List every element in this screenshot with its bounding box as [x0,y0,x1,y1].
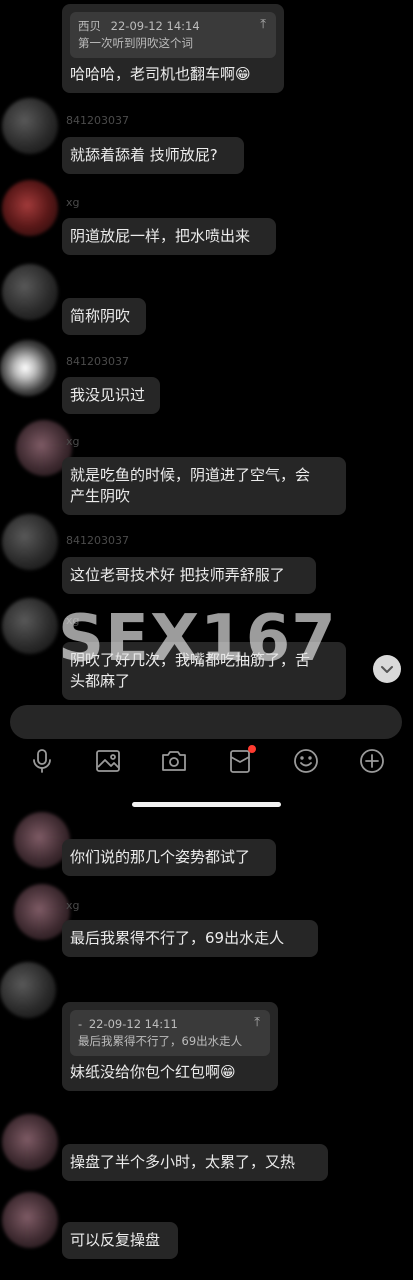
chat-bubble[interactable]: 我没见识过 [62,377,160,414]
chat-bubble-reply[interactable]: 西贝 22-09-12 14:14 ⤒ 第一次听到阴吹这个词 哈哈哈，老司机也翻… [62,4,284,93]
home-indicator[interactable] [132,802,281,807]
message-text: 这位老哥技术好 把技师弄舒服了 [70,566,285,584]
chat-bubble[interactable]: 你们说的那几个姿势都试了 [62,839,276,876]
sender-name: 841203037 [66,534,129,547]
camera-icon[interactable] [160,747,188,775]
avatar[interactable] [0,962,56,1018]
chat-bubble[interactable]: 操盘了半个多小时，太累了，又热 [62,1144,328,1181]
avatar[interactable] [2,264,58,320]
message-text-line2: 产生阴吹 [70,487,131,505]
message-text: 最后我累得不行了，69出水走人 [70,929,285,947]
quote-sender: 西贝 [78,19,101,33]
chat-bubble[interactable]: 就是吃鱼的时候，阴道进了空气，会 产生阴吹 [62,457,346,515]
avatar[interactable] [2,1192,58,1248]
jump-to-message-icon[interactable]: ⤒ [254,1014,260,1031]
sender-name: xg [66,435,80,448]
avatar[interactable] [2,98,58,154]
watermark: SEX167 [58,602,337,676]
message-input[interactable] [10,705,402,739]
avatar[interactable] [2,180,58,236]
quote-text: 第一次听到阴吹这个词 [78,36,193,50]
message-text: 你们说的那几个姿势都试了 [70,848,251,866]
quote-sender: - [78,1017,83,1031]
avatar[interactable] [2,514,58,570]
jump-to-message-icon[interactable]: ⤒ [260,16,266,33]
avatar[interactable] [0,340,56,396]
message-text: 可以反复操盘 [70,1231,161,1249]
message-text: 哈哈哈，老司机也翻车啊😁 [70,65,251,83]
chat-bubble[interactable]: 可以反复操盘 [62,1222,178,1259]
notification-dot [248,745,256,753]
quoted-message[interactable]: 西贝 22-09-12 14:14 ⤒ 第一次听到阴吹这个词 [70,12,276,58]
chat-bubble[interactable]: 这位老哥技术好 把技师弄舒服了 [62,557,316,594]
scroll-down-button[interactable] [373,655,401,683]
microphone-icon[interactable] [28,747,56,775]
image-icon[interactable] [94,747,122,775]
chat-bubble[interactable]: 最后我累得不行了，69出水走人 [62,920,318,957]
message-text: 就舔着舔着 技师放屁? [70,146,218,164]
quote-time: 22-09-12 14:14 [110,19,200,33]
chevron-down-icon [381,666,393,673]
message-text: 妹纸没给你包个红包啊😁 [70,1063,236,1081]
quote-time: 22-09-12 14:11 [88,1017,178,1031]
message-text: 阴道放屁一样，把水喷出来 [70,227,251,245]
chat-bubble-reply[interactable]: - 22-09-12 14:11 ⤒ 最后我累得不行了，69出水走人 妹纸没给你… [62,1002,278,1091]
sender-name: 841203037 [66,355,129,368]
avatar[interactable] [2,598,58,654]
sender-name: 841203037 [66,114,129,127]
message-text: 我没见识过 [70,386,146,404]
quoted-message[interactable]: - 22-09-12 14:11 ⤒ 最后我累得不行了，69出水走人 [70,1010,270,1056]
message-text-line1: 就是吃鱼的时候，阴道进了空气，会 [70,466,311,484]
message-text: 操盘了半个多小时，太累了，又热 [70,1153,296,1171]
red-packet-icon[interactable] [226,745,256,775]
quote-text: 最后我累得不行了，69出水走人 [78,1034,243,1048]
emoji-icon[interactable] [292,747,320,775]
chat-bubble[interactable]: 就舔着舔着 技师放屁? [62,137,244,174]
message-text: 简称阴吹 [70,307,131,325]
avatar[interactable] [2,1114,58,1170]
chat-bubble[interactable]: 简称阴吹 [62,298,146,335]
sender-name: xg [66,899,80,912]
chat-bubble[interactable]: 阴道放屁一样，把水喷出来 [62,218,276,255]
sender-name: xg [66,196,80,209]
plus-icon[interactable] [358,747,386,775]
